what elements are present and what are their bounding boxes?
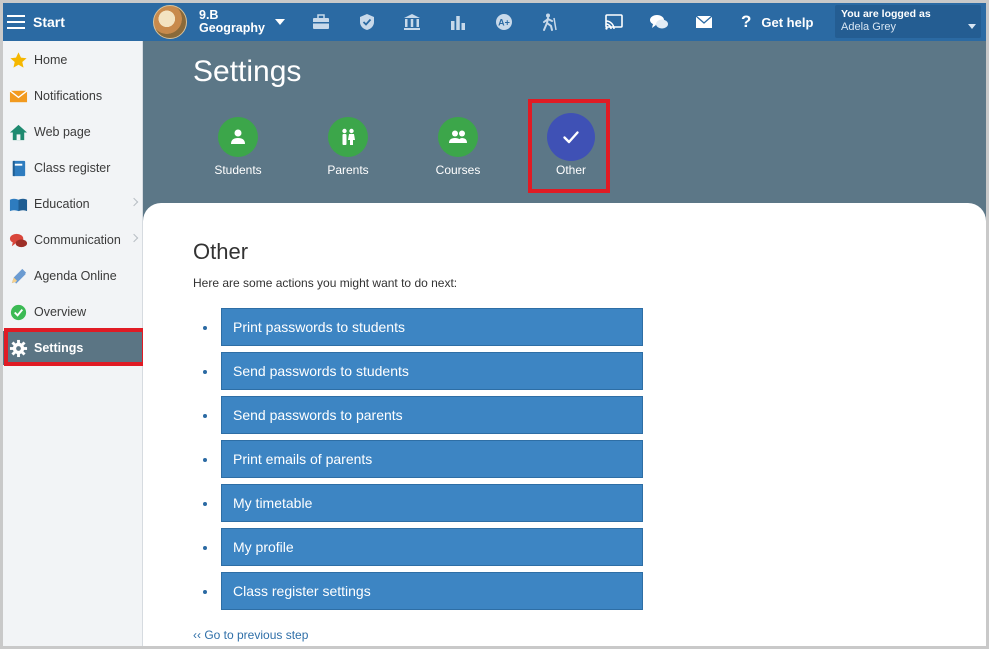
hamburger-icon (7, 15, 25, 29)
sidebar-item-label: Notifications (34, 89, 103, 103)
bullet (203, 590, 207, 594)
category-label: Parents (327, 163, 369, 177)
question-mark-icon: ? (741, 12, 752, 31)
bullet (203, 326, 207, 330)
chevron-down-icon (968, 24, 976, 29)
section-heading: Other (193, 239, 249, 264)
user-menu[interactable]: You are logged as Adela Grey (835, 5, 981, 38)
category-label: Courses (435, 163, 481, 177)
bullet (203, 458, 207, 462)
category-courses[interactable]: Courses (413, 117, 503, 177)
logged-as-label: You are logged as (841, 8, 931, 20)
sidebar-item-label: Agenda Online (34, 269, 117, 283)
sidebar-item-home[interactable]: Home (3, 43, 143, 77)
star-icon (7, 49, 29, 71)
sidebar-item-label: Communication (34, 233, 121, 247)
cast-icon[interactable] (603, 11, 625, 33)
class-avatar (153, 5, 187, 39)
send-passwords-students-button[interactable]: Send passwords to students (221, 352, 643, 390)
my-timetable-button[interactable]: My timetable (221, 484, 643, 522)
chevron-down-icon (275, 19, 285, 25)
page-title: Settings (193, 55, 302, 88)
sidebar-item-label: Home (34, 53, 68, 67)
briefcase-icon[interactable] (310, 11, 332, 33)
start-label: Start (33, 14, 65, 30)
help-label: Get help (761, 14, 814, 30)
book-icon (7, 157, 29, 179)
grades-icon[interactable]: A+ (493, 11, 515, 33)
pencil-icon (7, 265, 29, 287)
settings-header: Settings Students Parents Courses Other (143, 41, 986, 221)
send-passwords-parents-button[interactable]: Send passwords to parents (221, 396, 643, 434)
open-book-icon (7, 193, 29, 215)
category-parents[interactable]: Parents (303, 117, 393, 177)
bullet (203, 370, 207, 374)
category-students[interactable]: Students (193, 117, 283, 177)
sidebar-item-label: Class register (34, 161, 111, 175)
two-people-icon (328, 117, 368, 157)
mail-icon[interactable] (693, 11, 715, 33)
class-register-settings-button[interactable]: Class register settings (221, 572, 643, 610)
sidebar-item-overview[interactable]: Overview (3, 295, 143, 329)
print-emails-parents-button[interactable]: Print emails of parents (221, 440, 643, 478)
highlight-box (528, 99, 610, 193)
chevron-right-icon (129, 233, 139, 243)
check-circle-icon (7, 301, 29, 323)
content-card: Other Here are some actions you might wa… (143, 203, 986, 646)
sidebar-item-label: Web page (34, 125, 91, 139)
chevron-right-icon (129, 197, 139, 207)
person-icon (218, 117, 258, 157)
sidebar-item-communication[interactable]: Communication (3, 223, 143, 257)
shield-icon[interactable] (356, 11, 378, 33)
bar-chart-icon[interactable] (447, 11, 469, 33)
previous-step-link[interactable]: ‹‹ Go to previous step (193, 628, 308, 642)
chat-bubbles-icon[interactable] (648, 11, 670, 33)
bullet (203, 546, 207, 550)
highlight-box (4, 328, 146, 366)
bank-icon[interactable] (401, 11, 423, 33)
group-icon (438, 117, 478, 157)
sidebar-item-web-page[interactable]: Web page (3, 115, 143, 149)
sidebar-item-education[interactable]: Education (3, 187, 143, 221)
top-bar: Start 9.B Geography A+ ? Get help You ar… (3, 3, 986, 41)
start-menu-button[interactable]: Start (7, 10, 87, 34)
sidebar-item-label: Overview (34, 305, 87, 319)
app-window: Start 9.B Geography A+ ? Get help You ar… (3, 3, 986, 646)
help-button[interactable]: ? Get help (741, 12, 813, 32)
class-selector[interactable]: 9.B Geography (153, 4, 293, 40)
hiking-icon[interactable] (538, 11, 560, 33)
sidebar-item-class-register[interactable]: Class register (3, 151, 143, 185)
house-icon (7, 121, 29, 143)
user-name: Adela Grey (841, 21, 897, 33)
sidebar-item-label: Education (34, 197, 90, 211)
sidebar-item-notifications[interactable]: Notifications (3, 79, 143, 113)
sidebar-item-agenda-online[interactable]: Agenda Online (3, 259, 143, 293)
category-label: Students (214, 163, 262, 177)
my-profile-button[interactable]: My profile (221, 528, 643, 566)
subject-name: Geography (199, 21, 265, 35)
intro-text: Here are some actions you might want to … (193, 276, 458, 290)
envelope-icon (7, 85, 29, 107)
print-passwords-students-button[interactable]: Print passwords to students (221, 308, 643, 346)
bullet (203, 414, 207, 418)
bullet (203, 502, 207, 506)
svg-text:A+: A+ (498, 18, 510, 28)
sidebar: Home Notifications Web page Class regist… (3, 41, 146, 646)
chat-bubbles-icon (7, 229, 29, 251)
